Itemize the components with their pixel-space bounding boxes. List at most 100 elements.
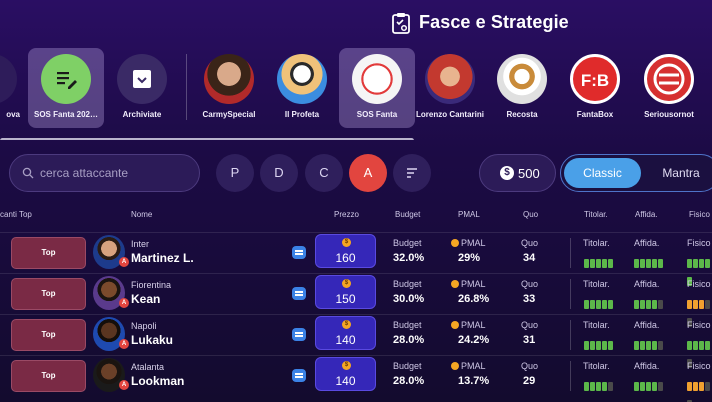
affida-label: Affida. bbox=[634, 238, 660, 248]
affida-meter bbox=[634, 378, 664, 391]
tier-tag[interactable]: Top bbox=[11, 278, 86, 310]
source-label: Lorenzo Cantarini bbox=[415, 110, 484, 119]
mode-mantra[interactable]: Mantra bbox=[645, 158, 712, 188]
carousel-scrollbar[interactable] bbox=[0, 138, 414, 140]
sort-icon bbox=[407, 168, 417, 178]
role-filter-c[interactable]: C bbox=[305, 154, 343, 192]
source-archiviate[interactable]: Archiviate bbox=[104, 48, 180, 128]
price-field[interactable]: $ 140 bbox=[315, 316, 376, 350]
source-label: SOS Fanta bbox=[356, 110, 398, 119]
column-divider bbox=[570, 361, 571, 391]
price-value: 160 bbox=[335, 251, 356, 265]
avatar bbox=[425, 54, 475, 104]
affida-meter bbox=[634, 255, 664, 268]
budget-value: 28.0% bbox=[393, 375, 425, 387]
quo-label: Quo bbox=[521, 320, 539, 330]
source-label: Archiviate bbox=[122, 110, 162, 119]
pmal-label: PMAL bbox=[451, 279, 486, 289]
affida-meter bbox=[634, 296, 664, 309]
source-recosta[interactable]: Recosta bbox=[484, 48, 560, 128]
col-nome[interactable]: Nome bbox=[131, 210, 152, 219]
col-pmal[interactable]: PMAL bbox=[458, 210, 480, 219]
budget-label: Budget bbox=[393, 279, 422, 289]
coin-icon: $ bbox=[500, 166, 514, 180]
header: Fasce e Strategie bbox=[0, 0, 712, 48]
col-prezzo[interactable]: Prezzo bbox=[334, 210, 359, 219]
role-badge: A bbox=[119, 257, 129, 267]
source-il-profeta[interactable]: Il Profeta bbox=[264, 48, 340, 128]
sort-button[interactable] bbox=[393, 154, 431, 192]
price-field[interactable]: $ 150 bbox=[315, 275, 376, 309]
table-row[interactable]: Top A Fiorentina Kean $ 150 Budget 30.0%… bbox=[0, 273, 712, 327]
col-affida[interactable]: Affida. bbox=[635, 210, 658, 219]
seriousornot-logo-icon bbox=[644, 54, 694, 104]
price-value: 150 bbox=[335, 292, 356, 306]
price-field[interactable]: $ 140 bbox=[315, 357, 376, 391]
tier-tag[interactable]: Top bbox=[11, 237, 86, 269]
comment-icon[interactable] bbox=[292, 328, 306, 341]
source-seriousornot[interactable]: Seriousornot bbox=[631, 48, 707, 128]
source-sos-fanta-2024[interactable]: SOS Fanta 202… bbox=[28, 48, 104, 128]
source-label: CarmySpecial bbox=[202, 110, 256, 119]
quo-label: Quo bbox=[521, 238, 539, 248]
pmal-label: PMAL bbox=[451, 320, 486, 330]
search-input[interactable] bbox=[40, 164, 190, 182]
source-carmyspecial[interactable]: CarmySpecial bbox=[191, 48, 267, 128]
mode-classic[interactable]: Classic bbox=[564, 158, 641, 188]
source-label: SOS Fanta 202… bbox=[33, 110, 99, 119]
coin-icon: $ bbox=[342, 279, 351, 288]
table-row[interactable]: Top A Inter Martinez L. $ 160 Budget 32.… bbox=[0, 232, 712, 286]
player-name[interactable]: Martinez L. bbox=[131, 251, 194, 265]
col-quo[interactable]: Quo bbox=[523, 210, 538, 219]
coin-icon: $ bbox=[342, 238, 351, 247]
col-fisico[interactable]: Fisico bbox=[689, 210, 710, 219]
price-field[interactable]: $ 160 bbox=[315, 234, 376, 268]
player-name[interactable]: Lookman bbox=[131, 374, 184, 388]
fisico-label: Fisico bbox=[687, 238, 711, 248]
source-sos-fanta[interactable]: SOS Fanta bbox=[339, 48, 415, 128]
col-titolar[interactable]: Titolar. bbox=[584, 210, 608, 219]
coin-icon: $ bbox=[342, 320, 351, 329]
avatar bbox=[204, 54, 254, 104]
column-divider bbox=[570, 238, 571, 268]
player-team: Inter bbox=[131, 239, 150, 249]
player-name[interactable]: Lukaku bbox=[131, 333, 173, 347]
mode-toggle[interactable]: Classic Mantra bbox=[560, 154, 712, 192]
coin-icon: $ bbox=[342, 361, 351, 370]
coin-icon bbox=[451, 280, 459, 288]
source-fantabox[interactable]: F:B FantaBox bbox=[557, 48, 633, 128]
tier-tag[interactable]: Top bbox=[11, 360, 86, 392]
tier-tag[interactable]: Top bbox=[11, 319, 86, 351]
table-header: canti Top Nome Prezzo Budget PMAL Quo Ti… bbox=[0, 208, 712, 222]
avatar bbox=[497, 54, 547, 104]
titolar-meter bbox=[584, 255, 614, 268]
sources-carousel[interactable]: ova SOS Fanta 202… Archiviate CarmySpeci… bbox=[0, 48, 712, 140]
source-label: Seriousornot bbox=[644, 110, 694, 119]
carousel-divider bbox=[186, 54, 187, 120]
comment-icon[interactable] bbox=[292, 246, 306, 259]
add-icon bbox=[0, 54, 17, 104]
budget-value: 30.0% bbox=[393, 293, 425, 305]
role-filter-a[interactable]: A bbox=[349, 154, 387, 192]
source-label: ova bbox=[6, 110, 20, 119]
pmal-label: PMAL bbox=[451, 238, 486, 248]
role-filter-d[interactable]: D bbox=[260, 154, 298, 192]
table-row[interactable]: Top A Atalanta Lookman $ 140 Budget 28.0… bbox=[0, 355, 712, 402]
role-badge: A bbox=[119, 380, 129, 390]
source-label: FantaBox bbox=[576, 110, 614, 119]
comment-icon[interactable] bbox=[292, 369, 306, 382]
table-row[interactable]: Top A Napoli Lukaku $ 140 Budget 28.0% P… bbox=[0, 314, 712, 368]
budget-display[interactable]: $ 500 bbox=[479, 154, 556, 192]
fantabox-logo-icon: F:B bbox=[570, 54, 620, 104]
edit-list-icon bbox=[41, 54, 91, 104]
titolar-label: Titolar. bbox=[583, 279, 610, 289]
role-filter-p[interactable]: P bbox=[216, 154, 254, 192]
source-lorenzo-cantarini[interactable]: Lorenzo Cantarini bbox=[412, 48, 488, 128]
quo-label: Quo bbox=[521, 361, 539, 371]
source-new[interactable]: ova bbox=[0, 48, 30, 128]
clipboard-strategy-icon bbox=[392, 13, 410, 34]
comment-icon[interactable] bbox=[292, 287, 306, 300]
search-box[interactable] bbox=[9, 154, 200, 192]
col-budget[interactable]: Budget bbox=[395, 210, 420, 219]
player-name[interactable]: Kean bbox=[131, 292, 160, 306]
